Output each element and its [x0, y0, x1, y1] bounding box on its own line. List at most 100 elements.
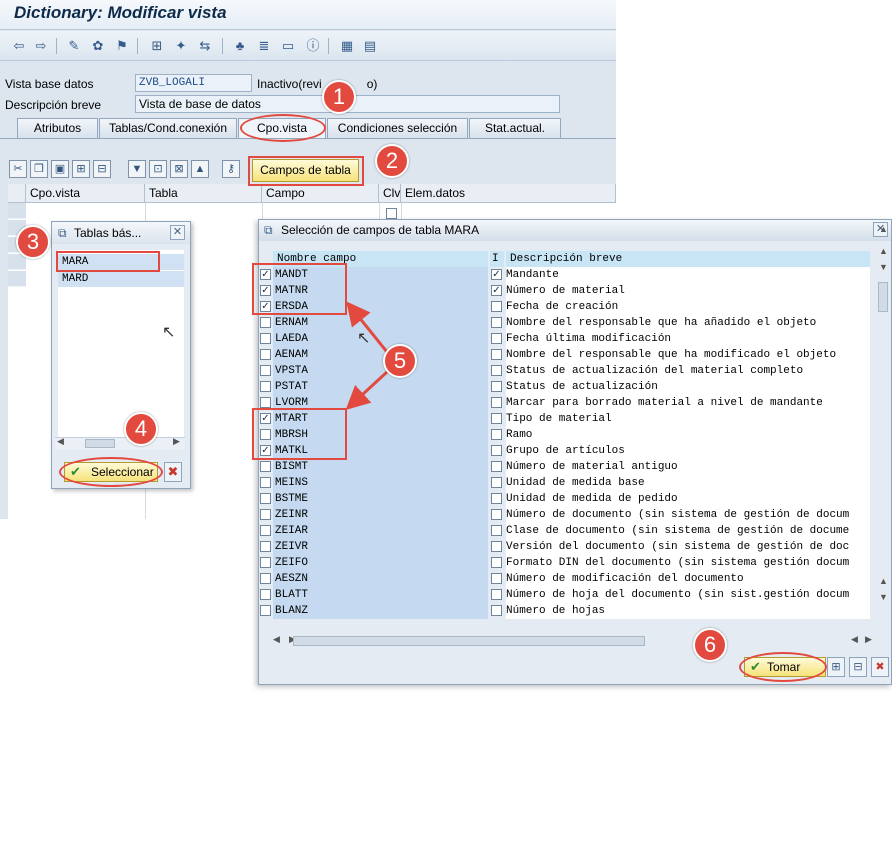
key-checkbox[interactable] — [491, 381, 502, 392]
table-row[interactable]: ZEIVR Versión del documento (sin sistema … — [260, 539, 870, 555]
select-checkbox[interactable] — [260, 589, 271, 600]
tab-stat-actual[interactable]: Stat.actual. — [469, 118, 561, 138]
key-checkbox[interactable] — [491, 541, 502, 552]
page-up-icon[interactable]: ▲ — [879, 246, 888, 256]
key-checkbox[interactable] — [491, 461, 502, 472]
vista-base-field[interactable]: ZVB_LOGALI — [135, 74, 252, 92]
back-icon[interactable]: ⇦ — [11, 38, 27, 54]
table-row[interactable]: MBRSH Ramo — [260, 427, 870, 443]
copy-icon[interactable]: ❐ — [30, 160, 48, 178]
scroll-left-icon[interactable]: ◀ — [57, 436, 64, 447]
table-row[interactable]: ✓ MANDT ✓ Mandante — [260, 267, 870, 283]
close-icon[interactable]: ✕ — [170, 225, 185, 240]
paste-icon[interactable]: ▣ — [51, 160, 69, 178]
object-list-icon[interactable]: ≣ — [256, 38, 272, 54]
scroll-left-icon[interactable]: ◀ — [273, 634, 280, 645]
key-checkbox[interactable]: ✓ — [491, 285, 502, 296]
deselect-icon[interactable]: ⊠ — [170, 160, 188, 178]
table-row[interactable]: PSTAT Status de actualización — [260, 379, 870, 395]
cancel-icon[interactable]: ✖ — [164, 462, 182, 482]
cut-icon[interactable]: ✂ — [9, 160, 27, 178]
insert-row-icon[interactable]: ⊞ — [72, 160, 90, 178]
where-used-icon[interactable]: ⊞ — [149, 38, 165, 54]
key-checkbox[interactable] — [491, 413, 502, 424]
select-checkbox[interactable] — [260, 509, 271, 520]
table-row[interactable]: ✓ MATKL Grupo de artículos — [260, 443, 870, 459]
table-row[interactable]: AESZN Número de modificación del document… — [260, 571, 870, 587]
select-checkbox[interactable] — [260, 573, 271, 584]
table-row[interactable]: AENAM Nombre del responsable que ha modif… — [260, 347, 870, 363]
table-row[interactable]: BLANZ Número de hojas — [260, 603, 870, 619]
grid-corner[interactable] — [8, 184, 26, 203]
table-row[interactable]: ✓ MATNR ✓ Número de material — [260, 283, 870, 299]
deselect-all-icon[interactable]: ⊟ — [849, 657, 867, 677]
select-checkbox[interactable] — [260, 557, 271, 568]
key-checkbox[interactable] — [491, 397, 502, 408]
page-down-icon[interactable]: ▼ — [879, 262, 888, 272]
scroll-left-icon[interactable]: ◀ — [851, 634, 858, 645]
cancel-icon[interactable]: ✖ — [871, 657, 889, 677]
hierarchy-icon[interactable]: ♣ — [232, 38, 248, 54]
select-checkbox[interactable] — [260, 317, 271, 328]
tab-tablas-cond-conexion[interactable]: Tablas/Cond.conexión — [99, 118, 237, 138]
table-icon[interactable]: ▤ — [362, 38, 378, 54]
table-row[interactable]: BSTME Unidad de medida de pedido — [260, 491, 870, 507]
info-icon[interactable]: ⓘ — [305, 38, 321, 54]
check-icon[interactable]: ✿ — [90, 38, 106, 54]
key-checkbox[interactable] — [491, 349, 502, 360]
select-block-icon[interactable]: ⊡ — [149, 160, 167, 178]
window-icon[interactable]: ▭ — [280, 38, 296, 54]
key-checkbox[interactable] — [491, 333, 502, 344]
row-selector[interactable] — [8, 271, 26, 287]
key-checkbox[interactable] — [491, 445, 502, 456]
row-selector[interactable] — [8, 203, 26, 219]
sort-up-icon[interactable]: ▲ — [191, 160, 209, 178]
table-row[interactable]: LVORM Marcar para borrado material a nive… — [260, 395, 870, 411]
scroll-thumb[interactable] — [85, 439, 115, 448]
table-row[interactable]: ✓ ERSDA Fecha de creación — [260, 299, 870, 315]
select-checkbox[interactable] — [260, 461, 271, 472]
sort-down-icon[interactable]: ▼ — [128, 160, 146, 178]
key-checkbox[interactable] — [491, 317, 502, 328]
key-checkbox[interactable]: ✓ — [491, 269, 502, 280]
scroll-down-icon[interactable]: ▼ — [879, 592, 888, 602]
key-checkbox[interactable] — [491, 301, 502, 312]
select-checkbox[interactable] — [260, 333, 271, 344]
transport-icon[interactable]: ⇆ — [197, 38, 213, 54]
key-checkbox[interactable] — [491, 557, 502, 568]
key-checkbox[interactable] — [491, 605, 502, 616]
table-row[interactable]: ZEIAR Clase de documento (sin sistema de … — [260, 523, 870, 539]
table-row[interactable]: ZEIFO Formato DIN del documento (sin sist… — [260, 555, 870, 571]
select-checkbox[interactable] — [260, 381, 271, 392]
delete-row-icon[interactable]: ⊟ — [93, 160, 111, 178]
horizontal-scrollbar[interactable]: ◀ ▶ — [55, 436, 185, 450]
scroll-right-icon[interactable]: ▶ — [865, 634, 872, 645]
key-checkbox[interactable] — [491, 525, 502, 536]
scroll-thumb[interactable] — [293, 636, 645, 646]
key-icon[interactable]: ⚷ — [222, 160, 240, 178]
scroll-right-icon[interactable]: ▶ — [173, 436, 180, 447]
key-checkbox[interactable] — [491, 493, 502, 504]
clv-checkbox[interactable] — [386, 208, 397, 219]
forward-icon[interactable]: ⇨ — [33, 38, 49, 54]
table-row[interactable]: BLATT Número de hoja del documento (sin s… — [260, 587, 870, 603]
table-row[interactable]: BISMT Número de material antiguo — [260, 459, 870, 475]
key-checkbox[interactable] — [491, 429, 502, 440]
vertical-scrollbar[interactable]: ▲ ▲ ▼ ▲ ▼ — [876, 224, 890, 622]
key-checkbox[interactable] — [491, 477, 502, 488]
select-checkbox[interactable] — [260, 477, 271, 488]
select-checkbox[interactable] — [260, 493, 271, 504]
key-checkbox[interactable] — [491, 573, 502, 584]
scroll-up-icon[interactable]: ▲ — [879, 224, 888, 234]
select-checkbox[interactable] — [260, 349, 271, 360]
tab-condiciones-seleccion[interactable]: Condiciones selección — [327, 118, 468, 138]
key-checkbox[interactable] — [491, 589, 502, 600]
table-row[interactable]: ZEINR Número de documento (sin sistema de… — [260, 507, 870, 523]
list-item-mard[interactable]: MARD — [58, 271, 184, 287]
table-row[interactable]: VPSTA Status de actualización del materia… — [260, 363, 870, 379]
page-up-icon[interactable]: ▲ — [879, 576, 888, 586]
table-row[interactable]: LAEDA Fecha última modificación — [260, 331, 870, 347]
contents-icon[interactable]: ▦ — [339, 38, 355, 54]
display-change-icon[interactable]: ✎ — [66, 38, 82, 54]
key-checkbox[interactable] — [491, 365, 502, 376]
